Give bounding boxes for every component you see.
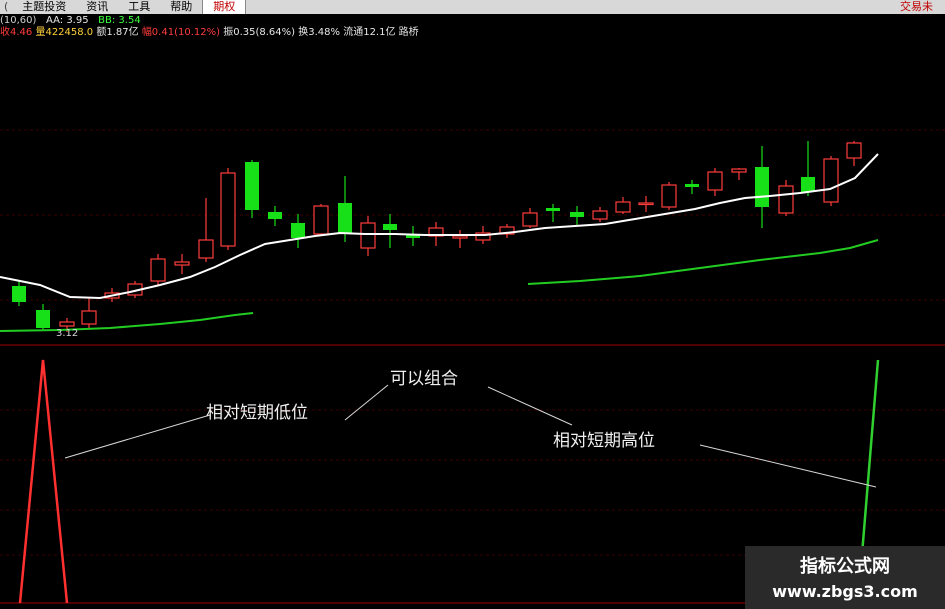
candle-body: [615, 201, 631, 213]
candlestick-8: [198, 198, 214, 262]
watermark-title: 指标公式网: [800, 556, 890, 577]
watermark: 指标公式网 www.zbgs3.com: [745, 546, 945, 609]
moving-average-short: [0, 153, 879, 300]
candlestick-25: [592, 207, 608, 222]
candle-body: [592, 210, 608, 220]
candlestick-16: [383, 214, 397, 248]
candle-body: [546, 208, 560, 211]
chart-area: 3.12: [0, 129, 945, 604]
annotation-combine: 可以组合: [390, 369, 458, 389]
candle-body: [12, 286, 26, 302]
annotation-relative-high: 相对短期高位: [553, 431, 655, 451]
candlestick-26: [615, 197, 631, 214]
candle-body: [150, 258, 166, 282]
candlestick-35: [823, 156, 839, 206]
candle-body: [220, 172, 236, 247]
candlestick-6: [150, 254, 166, 286]
candlestick-28: [661, 182, 677, 210]
candle-body: [778, 185, 794, 214]
candlestick-3: [81, 298, 97, 328]
candlestick-19: [452, 230, 468, 248]
annotation-line-high: [699, 444, 877, 488]
candle-body: [661, 184, 677, 208]
candle-body: [801, 177, 815, 192]
candlestick-36: [846, 141, 862, 166]
candlestick-10: [245, 160, 259, 218]
candlestick-30: [707, 168, 723, 196]
watermark-url: www.zbgs3.com: [772, 582, 918, 601]
candle-body: [245, 162, 259, 210]
candle-body: [313, 205, 329, 235]
signal-low-spike: [18, 359, 69, 604]
candle-body: [707, 171, 723, 191]
chart-low-price-label: 3.12: [56, 328, 78, 339]
candlestick-0: [12, 280, 26, 306]
grid-lines: [0, 129, 945, 556]
candle-body: [291, 223, 305, 238]
candlestick-27: [638, 196, 654, 212]
candle-body: [383, 224, 397, 230]
candle-body: [81, 310, 97, 325]
candlestick-9: [220, 168, 236, 250]
candlestick-34: [801, 141, 815, 196]
candlestick-23: [546, 204, 560, 222]
candle-body: [338, 203, 352, 234]
candle-body: [638, 202, 654, 206]
annotation-line-low: [64, 414, 211, 459]
candle-body: [755, 167, 769, 207]
candlestick-7: [174, 254, 190, 274]
annotation-line-combine-left: [344, 384, 389, 421]
candlestick-22: [522, 208, 538, 228]
candle-body: [522, 212, 538, 227]
candlestick-24: [570, 206, 584, 226]
candle-body: [59, 321, 75, 327]
candlestick-33: [778, 180, 794, 216]
candlestick-12: [291, 214, 305, 248]
candle-body: [685, 184, 699, 187]
candlestick-1: [36, 304, 50, 330]
annotation-line-combine-right: [487, 386, 573, 426]
candle-body: [174, 261, 190, 266]
candle-body: [570, 212, 584, 217]
annotation-relative-low: 相对短期低位: [206, 403, 308, 423]
candle-body: [823, 158, 839, 203]
candlestick-15: [360, 216, 376, 256]
candle-body: [846, 142, 862, 159]
candle-body: [452, 235, 468, 239]
candlestick-21: [499, 224, 515, 238]
candle-body: [268, 212, 282, 219]
candlestick-31: [731, 168, 747, 180]
candlestick-11: [268, 206, 282, 226]
candle-body: [731, 168, 747, 173]
moving-average-long-right: [527, 239, 879, 285]
candlestick-13: [313, 204, 329, 236]
candlesticks: [12, 141, 862, 332]
candlestick-29: [685, 180, 699, 194]
candle-body: [198, 239, 214, 259]
candle-body: [36, 310, 50, 328]
candle-body: [360, 222, 376, 249]
candlestick-17: [406, 226, 420, 246]
candlestick-32: [755, 146, 769, 228]
